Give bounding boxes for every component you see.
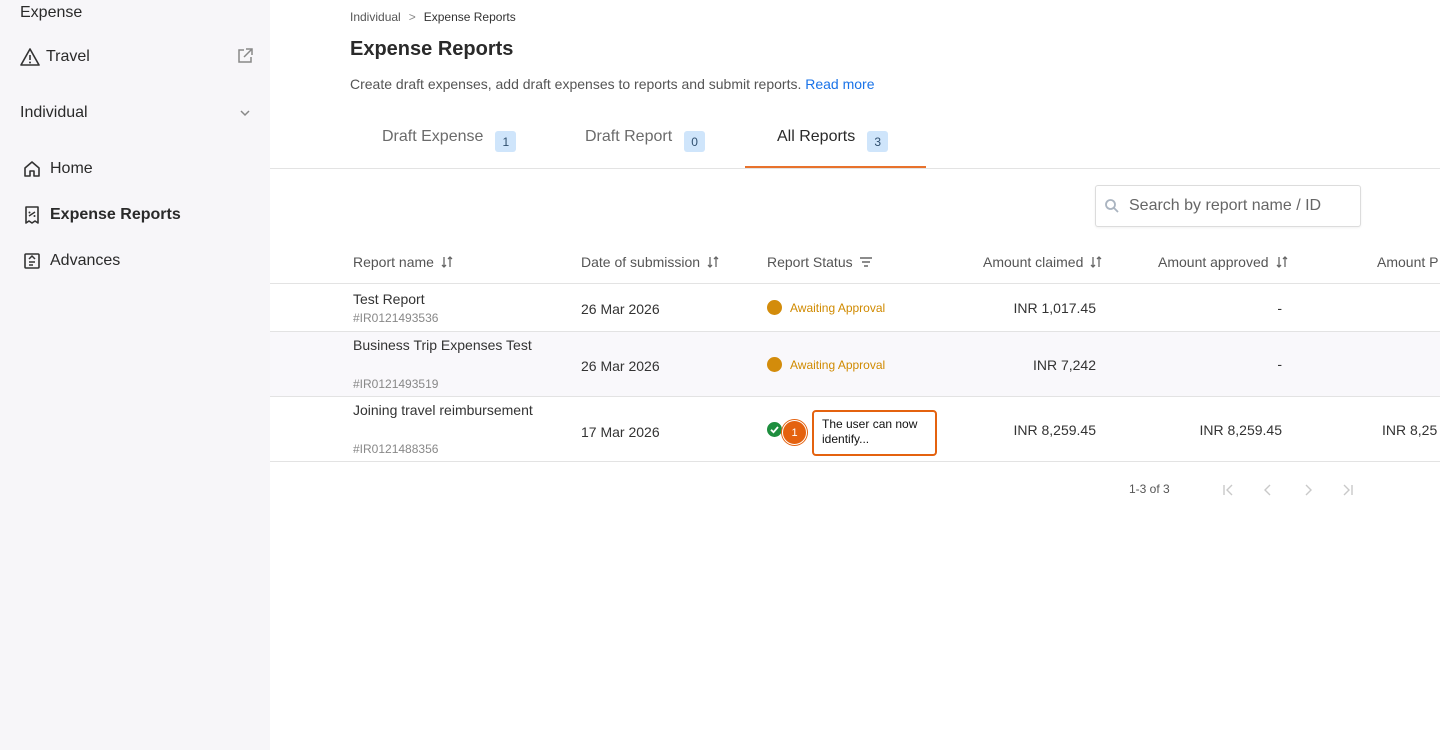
sort-icon — [1276, 256, 1287, 268]
header-label: Date of submission — [581, 254, 701, 270]
sidebar-item-label: Advances — [50, 252, 121, 269]
check-circle-icon — [767, 422, 782, 437]
sidebar: Expense Travel Individual Home Expense R… — [0, 0, 270, 750]
report-name: Test Report — [353, 291, 425, 307]
search-input[interactable] — [1129, 197, 1349, 215]
pending-dot-icon — [767, 300, 782, 315]
status-badge: Awaiting Approval — [767, 300, 885, 315]
table-row[interactable]: Business Trip Expenses Test #IR012149351… — [270, 332, 1440, 397]
search-box[interactable] — [1095, 185, 1361, 227]
column-header-amount-claimed[interactable]: Amount claimed — [983, 254, 1103, 270]
report-name: Business Trip Expenses Test — [353, 337, 532, 353]
amount-approved: - — [1277, 300, 1282, 316]
chevron-down-icon — [240, 110, 250, 117]
amount-approved: - — [1277, 356, 1282, 372]
last-page-icon — [1343, 484, 1353, 496]
count-badge: 1 — [495, 131, 517, 152]
sort-icon — [1090, 256, 1102, 268]
description-text: Create draft expenses, add draft expense… — [350, 76, 802, 92]
submission-date: 17 Mar 2026 — [581, 424, 660, 440]
report-name: Joining travel reimbursement — [353, 402, 533, 418]
header-label: Report Status — [767, 254, 853, 270]
amount-claimed: INR 8,259.45 — [1013, 422, 1097, 438]
header-label: Report name — [353, 254, 434, 270]
warning-triangle-icon — [20, 48, 40, 66]
pending-dot-icon — [767, 357, 782, 372]
read-more-link[interactable]: Read more — [805, 76, 874, 92]
sidebar-item-label: Home — [50, 160, 93, 177]
header-label: Amount approved — [1158, 254, 1269, 270]
last-page-button[interactable] — [1333, 480, 1363, 500]
amount-paid: INR 8,25 — [1382, 422, 1438, 438]
submission-date: 26 Mar 2026 — [581, 301, 660, 317]
count-badge: 0 — [684, 131, 706, 152]
tab-label: Draft Report — [585, 128, 673, 145]
table-row[interactable]: Test Report #IR0121493536 26 Mar 2026 Aw… — [270, 284, 1440, 332]
count-badge: 3 — [867, 131, 889, 152]
breadcrumb-individual[interactable]: Individual — [350, 10, 401, 24]
amount-claimed: INR 1,017.45 — [1013, 300, 1097, 316]
sidebar-item-label: Expense Reports — [50, 206, 181, 223]
walkthrough-tooltip: The user can now identify... — [812, 410, 937, 456]
advance-money-icon — [24, 253, 40, 269]
page-description: Create draft expenses, add draft expense… — [350, 76, 875, 92]
amount-claimed: INR 7,242 — [1032, 357, 1096, 373]
tab-draft-report[interactable]: Draft Report 0 — [585, 128, 706, 168]
previous-page-button[interactable] — [1253, 480, 1283, 500]
sort-icon — [707, 256, 719, 268]
sidebar-item-travel[interactable]: Travel — [20, 44, 256, 70]
column-header-amount-paid[interactable]: Amount P — [1377, 254, 1438, 270]
tab-all-reports[interactable]: All Reports 3 — [777, 128, 889, 168]
status-text: Awaiting Approval — [790, 300, 886, 315]
header-label: Amount P — [1377, 254, 1439, 270]
page-title: Expense Reports — [350, 38, 514, 60]
sidebar-section-label: Individual — [20, 104, 88, 121]
tab-draft-expense[interactable]: Draft Expense 1 — [382, 128, 517, 168]
status-text: Awaiting Approval — [790, 357, 886, 372]
chevron-left-icon — [1264, 484, 1271, 496]
column-header-report-name[interactable]: Report name — [353, 254, 454, 270]
submission-date: 26 Mar 2026 — [581, 358, 660, 374]
breadcrumb-current: Expense Reports — [423, 10, 516, 24]
sidebar-item-home[interactable]: Home — [22, 155, 252, 183]
home-icon — [24, 161, 40, 177]
column-header-status[interactable]: Report Status — [767, 254, 873, 270]
first-page-button[interactable] — [1213, 480, 1243, 500]
amount-approved: INR 8,259.45 — [1199, 422, 1283, 438]
sidebar-item-expense-reports[interactable]: Expense Reports — [22, 201, 252, 229]
search-icon — [1105, 199, 1119, 213]
tab-label: All Reports — [777, 128, 856, 145]
column-header-amount-approved[interactable]: Amount approved — [1158, 254, 1289, 270]
external-link-icon[interactable] — [236, 47, 254, 65]
report-id: #IR0121488356 — [353, 442, 439, 456]
receipt-icon — [25, 206, 39, 224]
tabs-divider — [270, 168, 1440, 169]
app-title: Expense — [20, 4, 83, 21]
breadcrumb-separator: > — [408, 10, 416, 24]
pagination-info: 1-3 of 3 — [1129, 482, 1170, 496]
first-page-icon — [1223, 484, 1233, 496]
sidebar-section-individual[interactable]: Individual — [20, 100, 256, 126]
breadcrumb: Individual > Expense Reports — [350, 10, 516, 24]
sort-icon — [441, 256, 453, 268]
status-badge: Awaiting Approval — [767, 357, 885, 372]
chevron-right-icon — [1305, 484, 1312, 496]
sidebar-item-advances[interactable]: Advances — [22, 247, 252, 275]
header-label: Amount claimed — [983, 254, 1084, 270]
report-id: #IR0121493536 — [353, 311, 439, 325]
column-header-date[interactable]: Date of submission — [581, 254, 720, 270]
report-id: #IR0121493519 — [353, 377, 439, 391]
sidebar-item-label: Travel — [46, 48, 90, 65]
filter-icon[interactable] — [859, 255, 873, 269]
next-page-button[interactable] — [1293, 480, 1323, 500]
tab-label: Draft Expense — [382, 128, 484, 145]
walkthrough-step-badge[interactable]: 1 — [782, 420, 807, 445]
